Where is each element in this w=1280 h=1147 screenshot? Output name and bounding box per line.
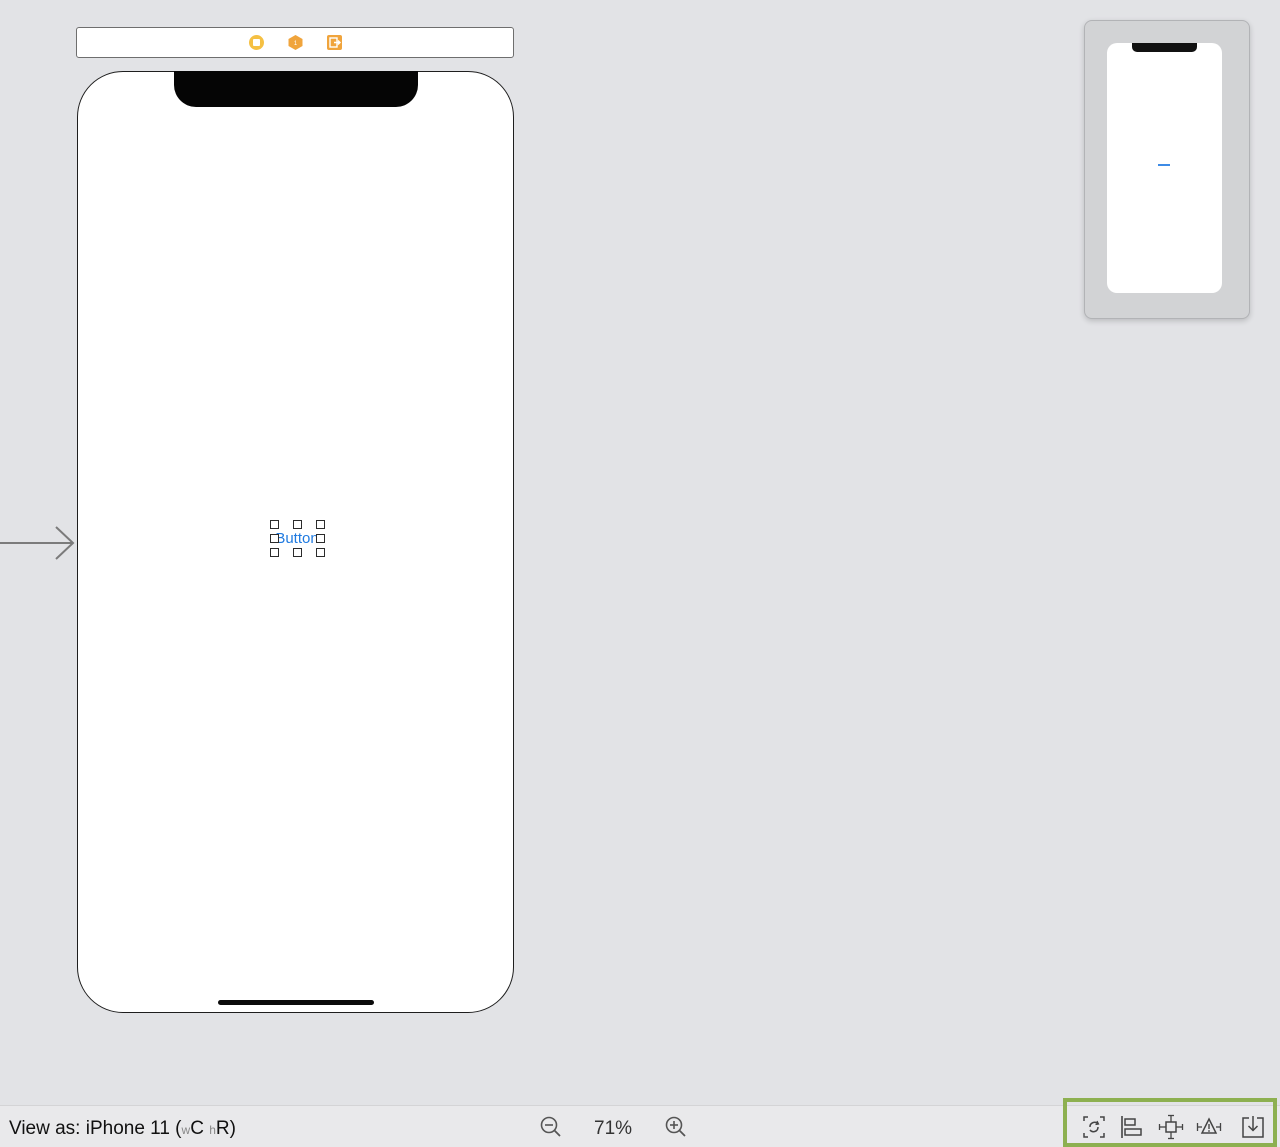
- zoom-in-icon[interactable]: [663, 1114, 689, 1140]
- first-responder-icon[interactable]: 1: [287, 34, 304, 51]
- resize-handle-bottom-left[interactable]: [270, 548, 279, 557]
- minimap-phone: [1107, 43, 1222, 293]
- view-controller-icon[interactable]: [248, 34, 265, 51]
- resize-handle-top-right[interactable]: [316, 520, 325, 529]
- zoom-out-icon[interactable]: [538, 1114, 564, 1140]
- resolve-issues-icon[interactable]: [1196, 1114, 1222, 1140]
- width-size-class: C: [190, 1118, 204, 1139]
- entry-point-arrow-icon[interactable]: [0, 525, 80, 563]
- resize-handle-right[interactable]: [316, 534, 325, 543]
- scene-dock: 1: [76, 27, 514, 58]
- add-constraints-icon[interactable]: [1158, 1114, 1184, 1140]
- embed-in-icon[interactable]: [1240, 1114, 1266, 1140]
- button-label[interactable]: Button: [273, 531, 321, 547]
- view-as-label: View as: iPhone 11 (: [9, 1118, 182, 1139]
- view-controller-canvas[interactable]: Button: [77, 71, 514, 1013]
- resize-handle-top[interactable]: [293, 520, 302, 529]
- update-frames-icon[interactable]: [1081, 1114, 1107, 1140]
- height-size-class: R: [215, 1118, 230, 1139]
- selected-button[interactable]: Button: [270, 520, 325, 557]
- device-notch: [174, 71, 418, 107]
- resize-handle-bottom-right[interactable]: [316, 548, 325, 557]
- resize-handle-left[interactable]: [270, 534, 279, 543]
- width-size-prefix: w: [181, 1123, 191, 1137]
- resize-handle-top-left[interactable]: [270, 520, 279, 529]
- exit-icon[interactable]: [326, 34, 343, 51]
- zoom-level: 71%: [594, 1118, 633, 1139]
- minimap-notch: [1132, 43, 1197, 52]
- view-as-device-button[interactable]: View as: iPhone 11 (wC hR): [9, 1119, 236, 1140]
- home-indicator: [218, 1000, 374, 1005]
- height-size-prefix: h: [209, 1123, 216, 1137]
- minimap[interactable]: [1084, 20, 1250, 319]
- align-icon[interactable]: [1119, 1114, 1145, 1140]
- view-as-suffix: ): [229, 1118, 236, 1139]
- resize-handle-bottom[interactable]: [293, 548, 302, 557]
- minimap-button: [1158, 164, 1170, 166]
